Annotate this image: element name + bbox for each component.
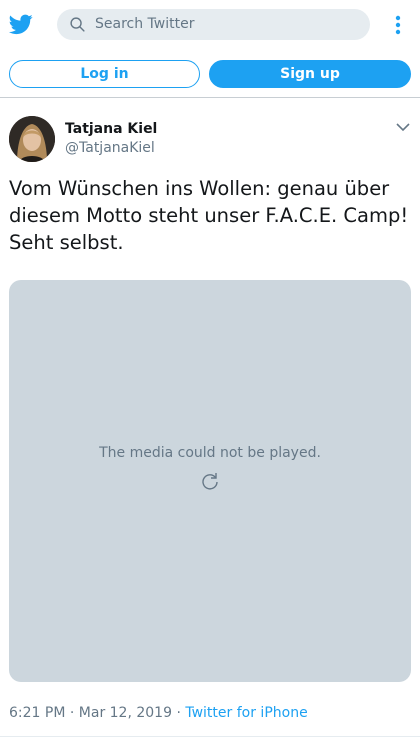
more-vertical-icon[interactable] xyxy=(388,14,408,36)
auth-bar: Log in Sign up xyxy=(0,58,420,90)
tweet-text: Vom Wünschen ins Wollen: genau über dies… xyxy=(9,177,409,254)
retry-icon[interactable] xyxy=(200,471,220,491)
signup-button[interactable]: Sign up xyxy=(209,60,411,88)
search-placeholder: Search Twitter xyxy=(95,16,195,32)
top-bar: Search Twitter xyxy=(0,0,420,50)
divider xyxy=(0,97,420,98)
meta-separator: · xyxy=(176,705,181,721)
author-name[interactable]: Tatjana Kiel xyxy=(65,121,157,137)
author-handle[interactable]: @TatjanaKiel xyxy=(65,140,155,156)
avatar-image xyxy=(9,116,55,162)
search-icon xyxy=(70,17,85,32)
tweet-meta: 6:21 PM · Mar 12, 2019 · Twitter for iPh… xyxy=(9,705,308,721)
chevron-down-icon[interactable] xyxy=(396,122,410,132)
tweet-date[interactable]: Mar 12, 2019 xyxy=(79,705,172,721)
media-error-message: The media could not be played. xyxy=(99,445,321,461)
tweet-source-link[interactable]: Twitter for iPhone xyxy=(185,705,307,721)
divider xyxy=(0,736,420,737)
twitter-bird-icon[interactable] xyxy=(8,12,34,36)
login-button[interactable]: Log in xyxy=(9,60,200,88)
meta-separator: · xyxy=(69,705,75,721)
avatar[interactable] xyxy=(9,116,55,162)
tweet-time[interactable]: 6:21 PM xyxy=(9,705,65,721)
search-input[interactable]: Search Twitter xyxy=(57,9,370,40)
media-player[interactable]: The media could not be played. xyxy=(9,280,411,682)
